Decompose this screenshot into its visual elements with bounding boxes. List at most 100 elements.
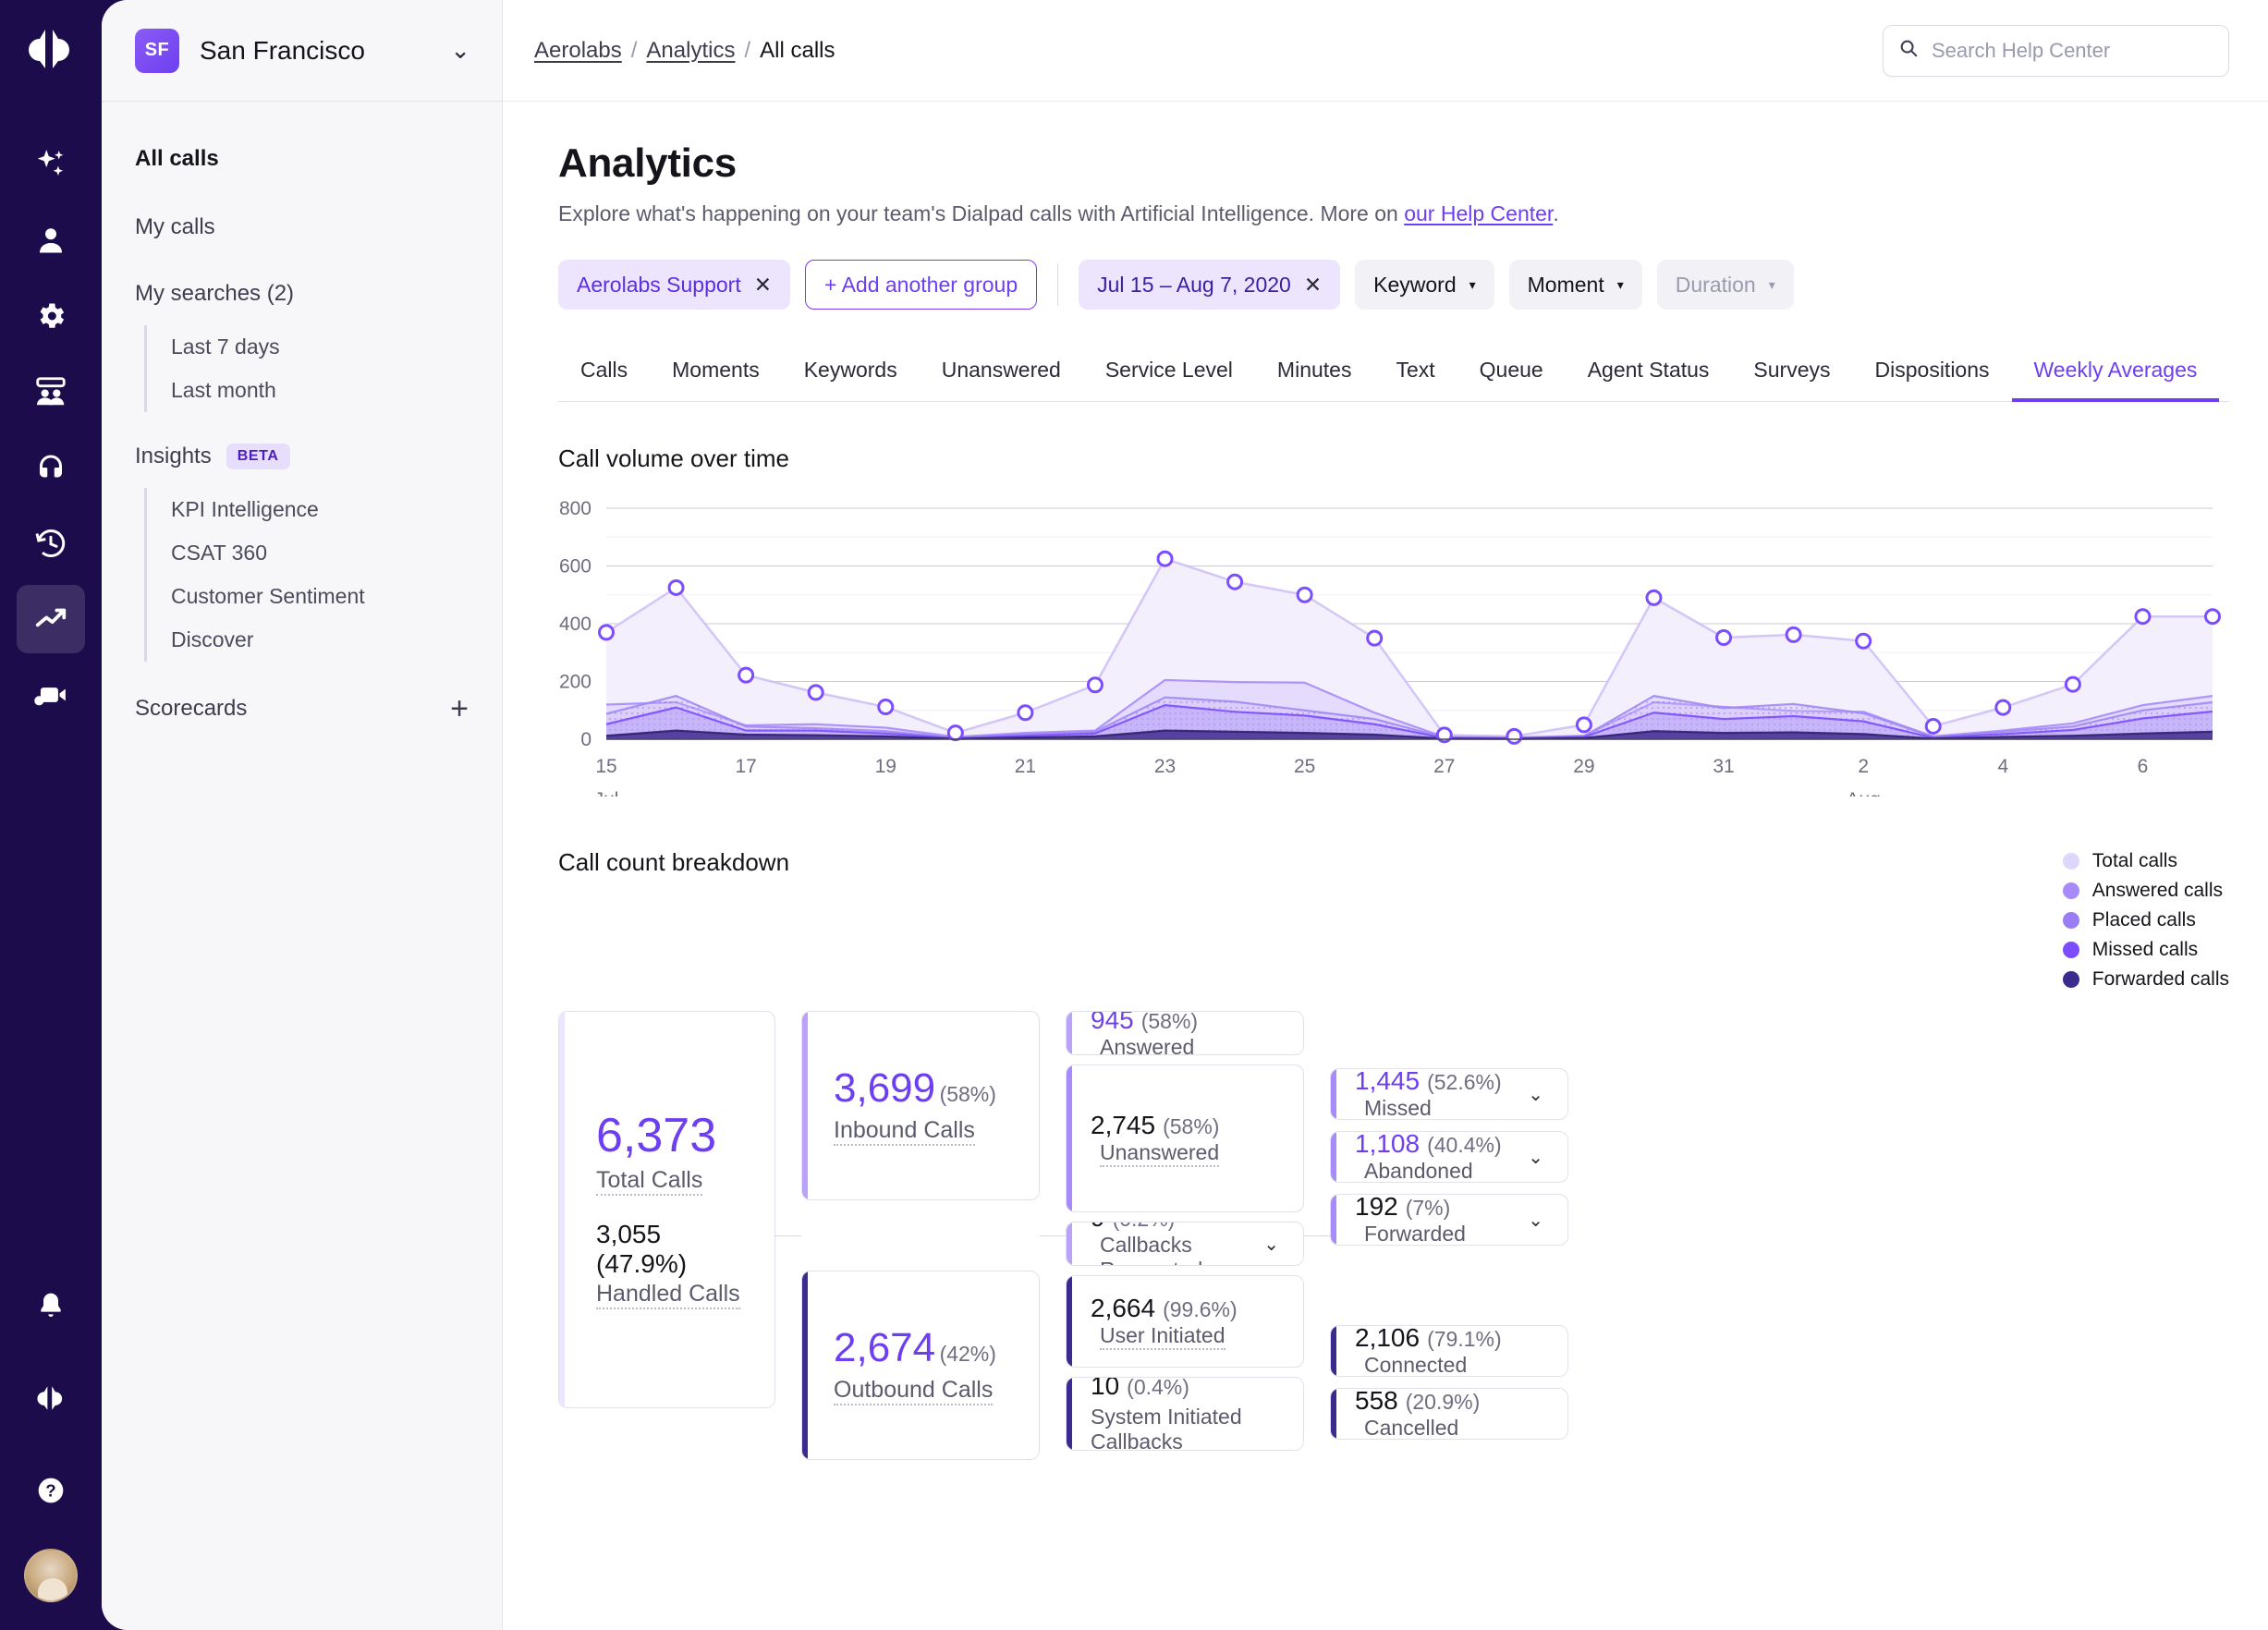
tab-weekly-averages[interactable]: Weekly Averages (2011, 348, 2220, 402)
sidebar-item-csat-360[interactable]: CSAT 360 (147, 531, 502, 575)
svg-text:Aug: Aug (1846, 789, 1880, 797)
analytics-trend-icon[interactable] (17, 585, 85, 653)
chevron-down-icon[interactable]: ⌄ (450, 36, 470, 65)
legend-label: Placed calls (2091, 909, 2196, 931)
help-center-search[interactable] (1883, 24, 2229, 77)
tab-queue[interactable]: Queue (1457, 348, 1566, 401)
tab-moments[interactable]: Moments (650, 348, 782, 401)
sidebar-item-discover[interactable]: Discover (147, 618, 502, 662)
node-inbound-calls[interactable]: 3,699 (58%) Inbound Calls (801, 1011, 1040, 1200)
filter-moment-dropdown[interactable]: Moment ▾ (1508, 260, 1642, 310)
dialpad-mark-icon[interactable] (17, 1364, 85, 1432)
node-value: 9 (1091, 1222, 1105, 1232)
org-switcher[interactable]: SF San Francisco ⌄ (102, 0, 502, 102)
legend-item[interactable]: Answered calls (2062, 880, 2229, 902)
tab-service-level[interactable]: Service Level (1083, 348, 1255, 401)
sidebar-item-kpi-intelligence[interactable]: KPI Intelligence (147, 488, 502, 531)
node-outbound-child[interactable]: 10 (0.4%) System Initiated Callbacks (1066, 1377, 1304, 1451)
contacts-icon[interactable] (17, 206, 85, 274)
legend-item[interactable]: Total calls (2062, 850, 2229, 872)
chevron-down-icon[interactable]: ⌄ (1513, 1146, 1543, 1169)
sidebar-section-label: Scorecards (135, 696, 248, 721)
legend-item[interactable]: Missed calls (2062, 939, 2229, 961)
close-icon[interactable]: ✕ (1304, 274, 1322, 296)
tab-unanswered[interactable]: Unanswered (920, 348, 1083, 401)
ai-sparkle-icon[interactable] (17, 130, 85, 199)
call-volume-chart[interactable]: 0 200 400 600 800 15 17 19 21 23 25 27 29 31 2 4 6 Jul Aug (558, 501, 2229, 797)
history-clock-icon[interactable] (17, 509, 85, 578)
node-value: 10 (1091, 1377, 1120, 1400)
user-avatar[interactable] (24, 1549, 78, 1602)
subtitle-period: . (1553, 201, 1559, 225)
node-outbound-calls[interactable]: 2,674 (42%) Outbound Calls (801, 1271, 1040, 1460)
settings-gear-icon[interactable] (17, 282, 85, 350)
sidebar-item-last-month[interactable]: Last month (147, 369, 502, 412)
dialpad-logo-icon[interactable] (25, 28, 77, 75)
tab-calls[interactable]: Calls (558, 348, 650, 401)
node-unanswered-child[interactable]: 192 (7%)Forwarded ⌄ (1330, 1194, 1568, 1246)
sidebar-section-insights[interactable]: Insights BETA (102, 434, 502, 479)
sidebar-section-scorecards[interactable]: Scorecards + (102, 684, 502, 734)
sidebar-item-my-calls[interactable]: My calls (102, 205, 502, 249)
bell-alert-icon[interactable] (17, 1271, 85, 1340)
search-input[interactable] (1932, 38, 2213, 63)
sidebar-item-last-7-days[interactable]: Last 7 days (147, 325, 502, 369)
chevron-down-icon[interactable]: ⌄ (1249, 1233, 1279, 1256)
node-label: System Initiated Callbacks (1091, 1405, 1279, 1450)
node-value: 558 (1355, 1388, 1398, 1415)
node-inbound-child[interactable]: 2,745 (58%)Unanswered (1066, 1064, 1304, 1212)
tab-agent-status[interactable]: Agent Status (1566, 348, 1732, 401)
sidebar-insights-list: KPI Intelligence CSAT 360 Customer Senti… (144, 488, 502, 662)
node-user-initiated-child[interactable]: 2,106 (79.1%)Connected (1330, 1325, 1568, 1377)
divider (1057, 263, 1059, 306)
add-scorecard-button[interactable]: + (450, 693, 469, 724)
node-total-calls[interactable]: 6,373 Total Calls 3,055 (47.9%) Handled … (558, 1011, 775, 1408)
sidebar-section-my-searches[interactable]: My searches (2) (102, 272, 502, 316)
node-inbound-child[interactable]: 945 (58%)Answered (1066, 1011, 1304, 1055)
total-calls-label: Total Calls (596, 1167, 703, 1196)
chevron-down-icon[interactable]: ⌄ (1513, 1209, 1543, 1232)
filter-chip-date-range[interactable]: Jul 15 – Aug 7, 2020 ✕ (1079, 260, 1341, 310)
filter-keyword-dropdown[interactable]: Keyword ▾ (1355, 260, 1494, 310)
sidebar-item-all-calls[interactable]: All calls (102, 139, 502, 179)
filter-chip-group[interactable]: Aerolabs Support ✕ (558, 260, 791, 310)
meetings-people-icon[interactable] (17, 358, 85, 426)
node-outbound-child[interactable]: 2,664 (99.6%)User Initiated (1066, 1275, 1304, 1368)
analytics-tabs: Calls Moments Keywords Unanswered Service Le… (558, 348, 2229, 402)
tab-keywords[interactable]: Keywords (782, 348, 920, 401)
legend-label: Forwarded calls (2091, 968, 2229, 990)
rail-icon-list (17, 130, 85, 736)
node-label: Forwarded (1364, 1222, 1466, 1246)
svg-text:25: 25 (1294, 756, 1315, 777)
video-settings-icon[interactable] (17, 661, 85, 729)
node-percent: (99.6%) (1163, 1296, 1238, 1321)
tab-surveys[interactable]: Surveys (1731, 348, 1852, 401)
help-question-icon[interactable]: ? (17, 1456, 85, 1525)
node-unanswered-child[interactable]: 1,445 (52.6%)Missed ⌄ (1330, 1068, 1568, 1120)
legend-item[interactable]: Placed calls (2062, 909, 2229, 931)
inbound-pct: (58%) (939, 1082, 996, 1106)
tab-dispositions[interactable]: Dispositions (1853, 348, 2012, 401)
svg-text:31: 31 (1713, 756, 1734, 777)
node-value: 1,108 (1355, 1131, 1421, 1158)
filter-duration-dropdown[interactable]: Duration ▾ (1656, 260, 1794, 310)
breadcrumb-aerolabs[interactable]: Aerolabs (534, 38, 622, 64)
add-another-group-button[interactable]: + Add another group (805, 260, 1038, 310)
close-icon[interactable]: ✕ (754, 274, 772, 296)
node-user-initiated-child[interactable]: 558 (20.9%)Cancelled (1330, 1388, 1568, 1440)
breakdown-col-detail: 1,445 (52.6%)Missed ⌄ 1,108 (40.4%)Abandoned… (1330, 1011, 1568, 1460)
sidebar-nav: All calls My calls My searches (2) Last … (102, 102, 502, 734)
node-inbound-child[interactable]: 9 (0.2%) Callbacks Requested⌄ (1066, 1222, 1304, 1266)
chevron-down-icon[interactable]: ⌄ (1513, 1083, 1543, 1106)
help-center-link[interactable]: our Help Center (1404, 201, 1553, 225)
chart-section-title: Call volume over time (558, 444, 789, 472)
node-value: 2,106 (1355, 1325, 1421, 1352)
breadcrumb-analytics[interactable]: Analytics (646, 38, 735, 64)
sidebar-item-customer-sentiment[interactable]: Customer Sentiment (147, 575, 502, 618)
tab-text[interactable]: Text (1373, 348, 1457, 401)
legend-item[interactable]: Forwarded calls (2062, 968, 2229, 991)
tab-minutes[interactable]: Minutes (1255, 348, 1374, 401)
headset-support-icon[interactable] (17, 433, 85, 502)
node-percent: (7%) (1405, 1195, 1451, 1220)
node-unanswered-child[interactable]: 1,108 (40.4%)Abandoned ⌄ (1330, 1131, 1568, 1183)
